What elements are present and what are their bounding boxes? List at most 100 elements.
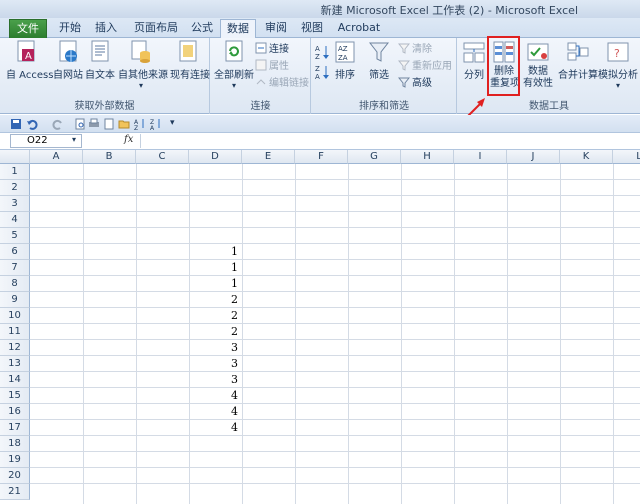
svg-text:ZA: ZA xyxy=(338,54,348,62)
row-header[interactable]: 5 xyxy=(0,228,30,244)
sort-za-button[interactable]: ZA xyxy=(314,64,330,82)
data-validation-icon xyxy=(527,40,549,64)
gridline xyxy=(30,435,640,436)
cell-d15[interactable]: 4 xyxy=(189,388,241,404)
print-icon[interactable] xyxy=(88,118,100,130)
row-header[interactable]: 4 xyxy=(0,212,30,228)
row-header[interactable]: 16 xyxy=(0,404,30,420)
tab-file[interactable]: 文件 xyxy=(9,19,47,38)
gridline xyxy=(30,211,640,212)
row-header[interactable]: 8 xyxy=(0,276,30,292)
row-header[interactable]: 14 xyxy=(0,372,30,388)
data-validation-button[interactable]: 数据 有效性 xyxy=(522,40,554,90)
cell-d13[interactable]: 3 xyxy=(189,356,241,372)
advanced-filter-button[interactable]: 高级 xyxy=(397,76,432,92)
edit-links-button[interactable]: 编辑链接 xyxy=(255,76,309,92)
dropdown-arrow-icon: ▾ xyxy=(138,81,143,90)
svg-text:Z: Z xyxy=(134,125,138,130)
gridline xyxy=(295,164,296,504)
quick-access-toolbar: AZ ZA ▾ xyxy=(0,115,640,133)
row-header[interactable]: 1 xyxy=(0,164,30,180)
refresh-all-button[interactable]: 全部刷新 ▾ xyxy=(213,40,255,90)
reapply-button[interactable]: 重新应用 xyxy=(397,59,452,75)
existing-connections-button[interactable]: 现有连接 xyxy=(170,40,210,81)
customize-qat-icon[interactable]: ▾ xyxy=(170,118,182,130)
worksheet-grid[interactable]: A B C D E F G H I J K L 1 2 3 4 5 6 7 8 … xyxy=(0,150,640,504)
column-header[interactable]: G xyxy=(348,150,401,164)
filter-button[interactable]: 筛选 xyxy=(366,40,392,81)
column-header[interactable]: C xyxy=(136,150,189,164)
column-header[interactable]: A xyxy=(30,150,83,164)
column-header[interactable]: D xyxy=(189,150,242,164)
row-header[interactable]: 7 xyxy=(0,260,30,276)
save-icon[interactable] xyxy=(10,118,22,130)
column-header[interactable]: I xyxy=(454,150,507,164)
tab-review[interactable]: 审阅 xyxy=(260,19,292,38)
what-if-analysis-button[interactable]: ? 模拟分析 ▾ xyxy=(598,40,638,90)
column-header[interactable]: E xyxy=(242,150,295,164)
tab-data[interactable]: 数据 xyxy=(220,19,256,39)
row-header[interactable]: 6 xyxy=(0,244,30,260)
cell-d7[interactable]: 1 xyxy=(189,260,241,276)
text-to-columns-button[interactable]: 分列 xyxy=(460,40,488,81)
column-header[interactable]: J xyxy=(507,150,560,164)
select-all-corner[interactable] xyxy=(0,150,30,164)
open-folder-icon[interactable] xyxy=(118,118,130,130)
cell-d17[interactable]: 4 xyxy=(189,420,241,436)
row-header[interactable]: 2 xyxy=(0,180,30,196)
sort-ascending-icon: AZ xyxy=(314,44,330,61)
row-header[interactable]: 13 xyxy=(0,356,30,372)
tab-acrobat[interactable]: Acrobat xyxy=(334,19,384,38)
row-header[interactable]: 17 xyxy=(0,420,30,436)
row-header[interactable]: 3 xyxy=(0,196,30,212)
tab-home[interactable]: 开始 xyxy=(54,19,86,38)
column-header[interactable]: L xyxy=(613,150,640,164)
tab-page-layout[interactable]: 页面布局 xyxy=(128,19,184,38)
tab-view[interactable]: 视图 xyxy=(296,19,328,38)
column-header[interactable]: K xyxy=(560,150,613,164)
connections-button[interactable]: 连接 xyxy=(255,42,289,58)
row-header[interactable]: 12 xyxy=(0,340,30,356)
cell-d9[interactable]: 2 xyxy=(189,292,241,308)
sort-desc-icon[interactable]: ZA xyxy=(150,118,162,132)
cell-d14[interactable]: 3 xyxy=(189,372,241,388)
properties-button[interactable]: 属性 xyxy=(255,59,289,75)
row-header[interactable]: 9 xyxy=(0,292,30,308)
insert-function-button[interactable]: fx xyxy=(124,134,133,145)
tab-formulas[interactable]: 公式 xyxy=(186,19,218,38)
cell-d11[interactable]: 2 xyxy=(189,324,241,340)
clear-button[interactable]: 清除 xyxy=(397,42,432,58)
cell-d6[interactable]: 1 xyxy=(189,244,241,260)
row-header[interactable]: 20 xyxy=(0,468,30,484)
name-box-dropdown-icon[interactable]: ▾ xyxy=(72,135,76,144)
cell-d8[interactable]: 1 xyxy=(189,276,241,292)
tab-insert[interactable]: 插入 xyxy=(90,19,122,38)
column-header[interactable]: H xyxy=(401,150,454,164)
gridline xyxy=(401,164,402,504)
from-text-button[interactable]: 自文本 xyxy=(84,40,116,81)
row-header[interactable]: 19 xyxy=(0,452,30,468)
consolidate-button[interactable]: 合并计算 xyxy=(558,40,598,81)
sort-az-button[interactable]: AZ xyxy=(314,44,330,62)
sort-asc-icon[interactable]: AZ xyxy=(134,118,146,132)
column-header[interactable]: B xyxy=(83,150,136,164)
column-header[interactable]: F xyxy=(295,150,348,164)
row-header[interactable]: 15 xyxy=(0,388,30,404)
row-header[interactable]: 18 xyxy=(0,436,30,452)
row-header[interactable]: 10 xyxy=(0,308,30,324)
new-document-icon[interactable] xyxy=(103,118,115,130)
from-web-button[interactable]: 自网站 xyxy=(52,40,84,81)
row-header[interactable]: 11 xyxy=(0,324,30,340)
cell-d16[interactable]: 4 xyxy=(189,404,241,420)
redo-icon[interactable] xyxy=(52,118,64,130)
from-access-button[interactable]: A 自 Access xyxy=(6,40,53,81)
print-preview-icon[interactable] xyxy=(74,118,86,130)
undo-icon[interactable] xyxy=(26,118,38,130)
funnel-icon xyxy=(368,40,390,64)
cell-d12[interactable]: 3 xyxy=(189,340,241,356)
formula-input[interactable] xyxy=(140,134,638,148)
cell-d10[interactable]: 2 xyxy=(189,308,241,324)
sort-button[interactable]: AZ ZA 排序 xyxy=(332,40,358,81)
from-other-sources-button[interactable]: 自其他来源 ▾ xyxy=(118,40,168,90)
row-header[interactable]: 21 xyxy=(0,484,30,500)
